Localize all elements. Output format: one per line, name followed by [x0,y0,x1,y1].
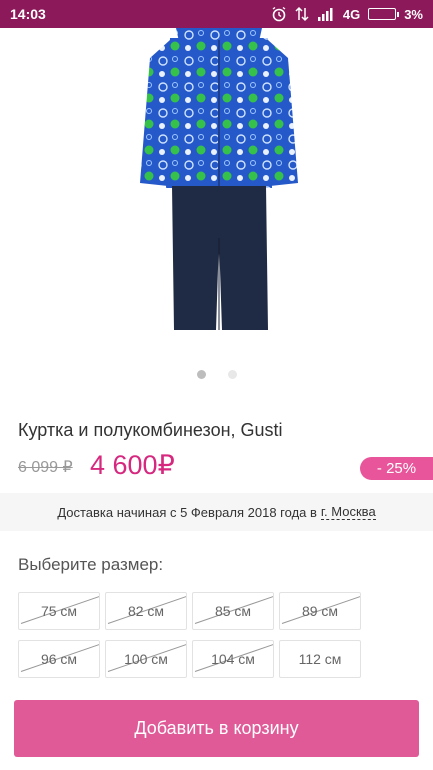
status-icons: 4G 3% [271,6,423,22]
new-price: 4 600₽ [90,450,175,480]
product-image[interactable] [0,28,433,368]
old-price: 6 099 ₽ [18,459,73,476]
size-option-75[interactable]: 75 см [18,592,100,630]
status-time: 14:03 [10,6,46,22]
size-option-82[interactable]: 82 см [105,592,187,630]
size-option-85[interactable]: 85 см [192,592,274,630]
alarm-icon [271,6,287,22]
size-option-label: 85 см [214,603,252,619]
size-option-104[interactable]: 104 см [192,640,274,678]
size-option-96[interactable]: 96 см [18,640,100,678]
size-option-label: 82 см [127,603,165,619]
size-option-100[interactable]: 100 см [105,640,187,678]
network-type: 4G [342,6,361,22]
size-option-label: 96 см [40,651,78,667]
data-transfer-icon [295,6,309,22]
winter-jacket-and-overalls-photo [140,28,298,330]
size-option-112[interactable]: 112 см [279,640,361,678]
battery-percent: 3% [404,6,423,22]
delivery-info: Доставка начиная с 5 Февраля 2018 года в… [0,493,433,531]
size-option-label: 100 см [124,651,168,667]
size-option-label: 89 см [301,603,339,619]
battery-icon [368,8,400,20]
size-label: Выберите размер: [18,555,164,574]
product-title: Куртка и полукомбинезон, Gusti [18,420,283,440]
size-option-label: 75 см [40,603,78,619]
bottom-bar: Добавить в корзину [0,688,433,770]
add-to-cart-button[interactable]: Добавить в корзину [14,700,419,757]
size-option-label: 104 см [211,651,255,667]
delivery-text: Доставка начиная с 5 Февраля 2018 года в [57,504,317,520]
size-option-89[interactable]: 89 см [279,592,361,630]
signal-icon [317,7,335,21]
size-grid: 75 см 82 см 85 см 89 см 96 см 100 см 104… [18,592,363,678]
city-link[interactable]: г. Москва [320,504,376,520]
gallery-dot-1[interactable] [196,370,206,379]
discount-badge: - 25% [360,457,433,480]
size-option-label: 112 см [298,651,342,667]
status-bar: 14:03 4G 3% [0,0,433,28]
gallery-dots [0,370,433,379]
gallery-dot-2[interactable] [227,370,237,379]
